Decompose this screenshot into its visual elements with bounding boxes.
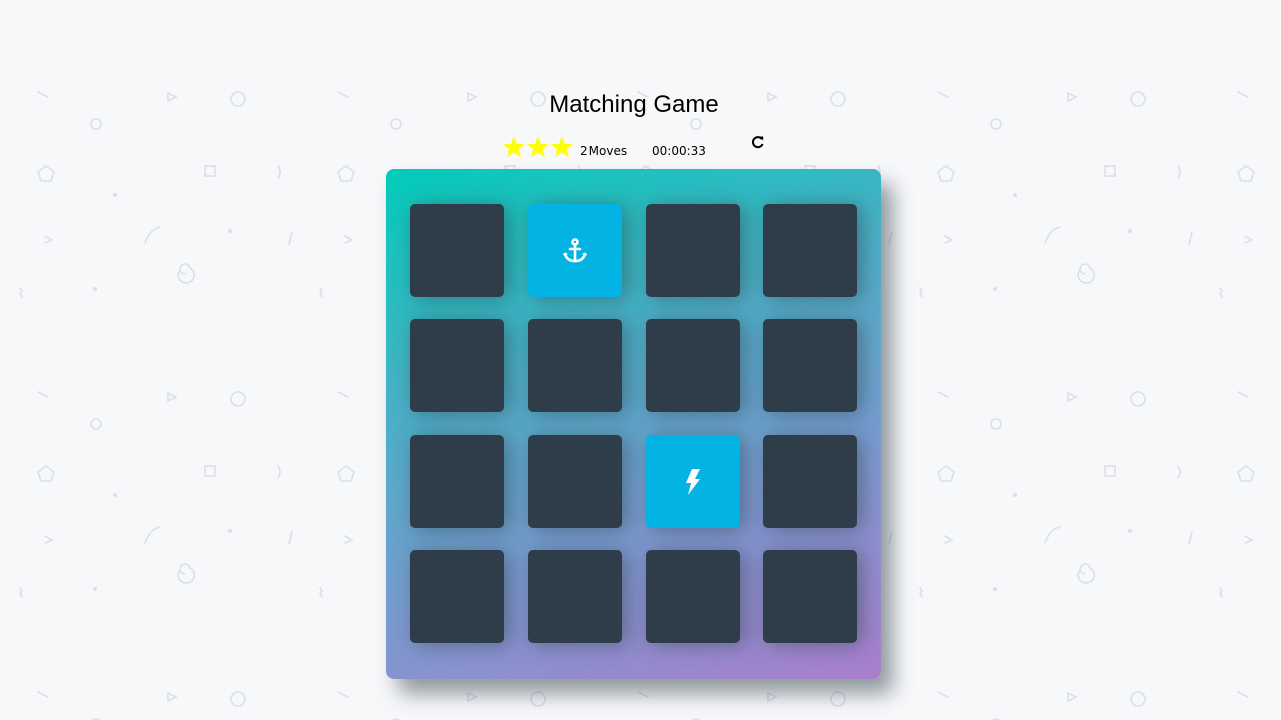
score-panel: 2Moves 00:00:33 <box>502 134 772 162</box>
card[interactable] <box>528 435 622 528</box>
card[interactable] <box>646 204 740 297</box>
star-icon <box>551 136 573 157</box>
card[interactable] <box>410 204 504 297</box>
card[interactable] <box>410 435 504 528</box>
star-icon <box>527 136 549 157</box>
card[interactable] <box>410 550 504 643</box>
card[interactable] <box>646 319 740 412</box>
card[interactable] <box>528 319 622 412</box>
moves-count: 2 <box>580 144 588 158</box>
star-rating <box>502 134 574 160</box>
bolt-icon <box>686 468 700 495</box>
restart-button[interactable] <box>751 135 765 149</box>
anchor-icon <box>562 237 588 262</box>
card[interactable] <box>763 550 857 643</box>
card[interactable] <box>646 435 740 528</box>
game-container: Matching Game 2Moves 00:00:33 <box>0 0 1281 720</box>
card[interactable] <box>528 550 622 643</box>
moves-label: Moves <box>588 144 628 158</box>
star-icon <box>503 136 525 157</box>
card[interactable] <box>528 204 622 297</box>
repeat-icon <box>751 136 764 149</box>
card[interactable] <box>763 435 857 528</box>
card[interactable] <box>763 204 857 297</box>
timer: 00:00:33 <box>652 144 706 158</box>
page-title: Matching Game <box>549 91 719 118</box>
card[interactable] <box>410 319 504 412</box>
card-deck <box>386 169 881 679</box>
card[interactable] <box>646 550 740 643</box>
moves-counter: 2Moves <box>580 144 627 158</box>
card[interactable] <box>763 319 857 412</box>
